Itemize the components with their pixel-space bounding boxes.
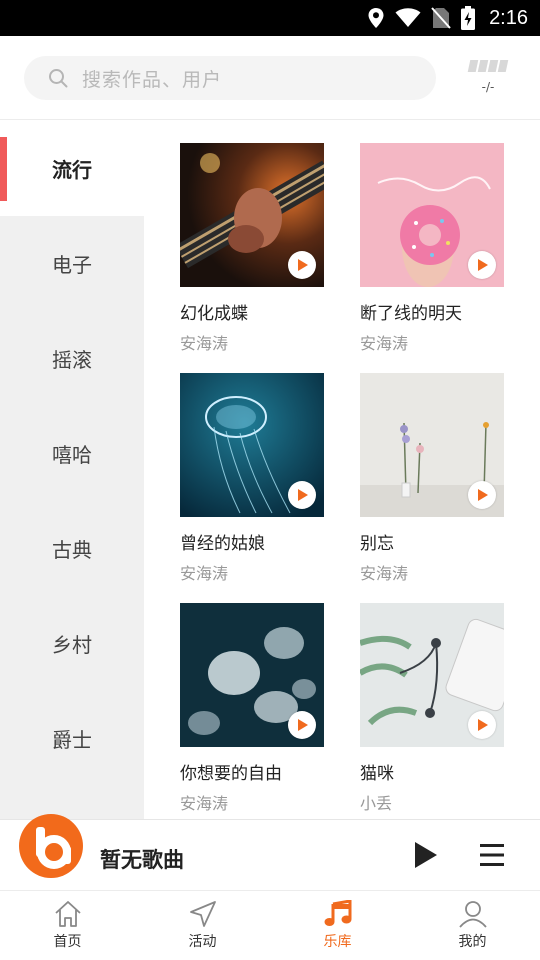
play-icon	[298, 489, 308, 501]
nav-label: 我的	[458, 934, 487, 950]
song-artist: 安海涛	[180, 564, 229, 583]
category-label: 古典	[52, 538, 92, 562]
song-title: 你想要的自由	[180, 764, 282, 784]
category-classical[interactable]: 古典	[0, 501, 144, 596]
song-title: 断了线的明天	[360, 304, 462, 324]
play-button[interactable]	[468, 251, 496, 279]
song-card[interactable]: 曾经的姑娘 安海涛	[180, 373, 324, 584]
signal-widget[interactable]: -/-	[462, 60, 514, 100]
player-song-title: 暂无歌曲	[100, 848, 184, 872]
category-country[interactable]: 乡村	[0, 596, 144, 691]
player-logo[interactable]	[19, 814, 83, 878]
nav-library[interactable]: 乐库	[270, 891, 405, 960]
status-icons: 2:16	[367, 0, 528, 36]
song-title: 别忘	[360, 534, 394, 554]
nav-profile[interactable]: 我的	[405, 891, 540, 960]
category-label: 爵士	[52, 728, 92, 752]
wifi-icon	[395, 8, 421, 27]
play-button[interactable]	[468, 481, 496, 509]
player-play-icon[interactable]	[410, 840, 440, 870]
play-icon	[478, 719, 488, 731]
song-artist: 安海涛	[180, 794, 229, 813]
search-input[interactable]: 搜索作品、用户	[24, 56, 436, 100]
signal-bars-icon	[462, 60, 514, 72]
category-rock[interactable]: 摇滚	[0, 311, 144, 406]
song-artist: 安海涛	[360, 564, 409, 583]
song-title: 幻化成蝶	[180, 304, 248, 324]
nav-label: 乐库	[323, 934, 352, 950]
song-card[interactable]: 猫咪 小丢	[360, 603, 504, 814]
song-card[interactable]: 别忘 安海涛	[360, 373, 504, 584]
category-jazz[interactable]: 爵士	[0, 691, 144, 786]
search-icon	[49, 69, 68, 88]
song-card[interactable]: 断了线的明天 安海涛	[360, 143, 504, 354]
active-indicator	[0, 137, 7, 201]
category-label: 摇滚	[52, 348, 92, 372]
signal-text: -/-	[481, 80, 495, 94]
song-artist: 小丢	[360, 794, 393, 813]
category-sidebar: 流行 电子 摇滚 嘻哈 古典 乡村 爵士	[0, 121, 144, 819]
play-button[interactable]	[288, 711, 316, 739]
play-button[interactable]	[288, 251, 316, 279]
song-card[interactable]: 幻化成蝶 安海涛	[180, 143, 324, 354]
user-icon	[458, 901, 487, 928]
app-logo-icon	[36, 827, 71, 869]
nav-label: 首页	[53, 934, 82, 950]
battery-charging-icon	[461, 6, 476, 30]
playlist-menu-icon[interactable]	[478, 842, 506, 868]
nav-home[interactable]: 首页	[0, 891, 135, 960]
home-icon	[54, 901, 81, 927]
song-cover[interactable]	[360, 373, 504, 517]
play-icon	[298, 259, 308, 271]
music-note-icon	[324, 900, 351, 926]
song-title: 曾经的姑娘	[180, 534, 265, 554]
song-cover[interactable]	[360, 143, 504, 287]
song-artist: 安海涛	[180, 334, 229, 353]
song-grid: 幻化成蝶 安海涛 断了线的明天 安海涛 曾经的姑娘 安海涛 别忘 安海涛 你想要…	[144, 121, 540, 819]
song-card[interactable]: 你想要的自由 安海涛	[180, 603, 324, 814]
no-sim-icon	[431, 7, 451, 29]
play-icon	[478, 259, 488, 271]
song-cover[interactable]	[180, 603, 324, 747]
song-title: 猫咪	[360, 764, 394, 784]
nav-label: 活动	[188, 934, 217, 950]
category-label: 乡村	[52, 633, 92, 657]
song-cover[interactable]	[180, 143, 324, 287]
search-placeholder: 搜索作品、用户	[82, 68, 223, 91]
song-cover[interactable]	[360, 603, 504, 747]
status-time: 2:16	[489, 6, 528, 29]
category-label: 流行	[52, 158, 92, 182]
category-hiphop[interactable]: 嘻哈	[0, 406, 144, 501]
play-icon	[478, 489, 488, 501]
song-artist: 安海涛	[360, 334, 409, 353]
location-icon	[368, 8, 384, 28]
nav-activity[interactable]: 活动	[135, 891, 270, 960]
category-label: 电子	[52, 253, 92, 277]
header: 搜索作品、用户 -/-	[0, 36, 540, 120]
mini-player[interactable]: 暂无歌曲	[0, 814, 540, 891]
song-cover[interactable]	[180, 373, 324, 517]
status-bar: 2:16	[0, 0, 540, 36]
category-label: 嘻哈	[52, 443, 92, 467]
play-icon	[298, 719, 308, 731]
category-pop[interactable]: 流行	[0, 121, 144, 216]
play-button[interactable]	[468, 711, 496, 739]
play-button[interactable]	[288, 481, 316, 509]
category-electronic[interactable]: 电子	[0, 216, 144, 311]
bottom-nav: 首页 活动 乐库 我的	[0, 891, 540, 960]
navigation-icon	[189, 901, 216, 927]
